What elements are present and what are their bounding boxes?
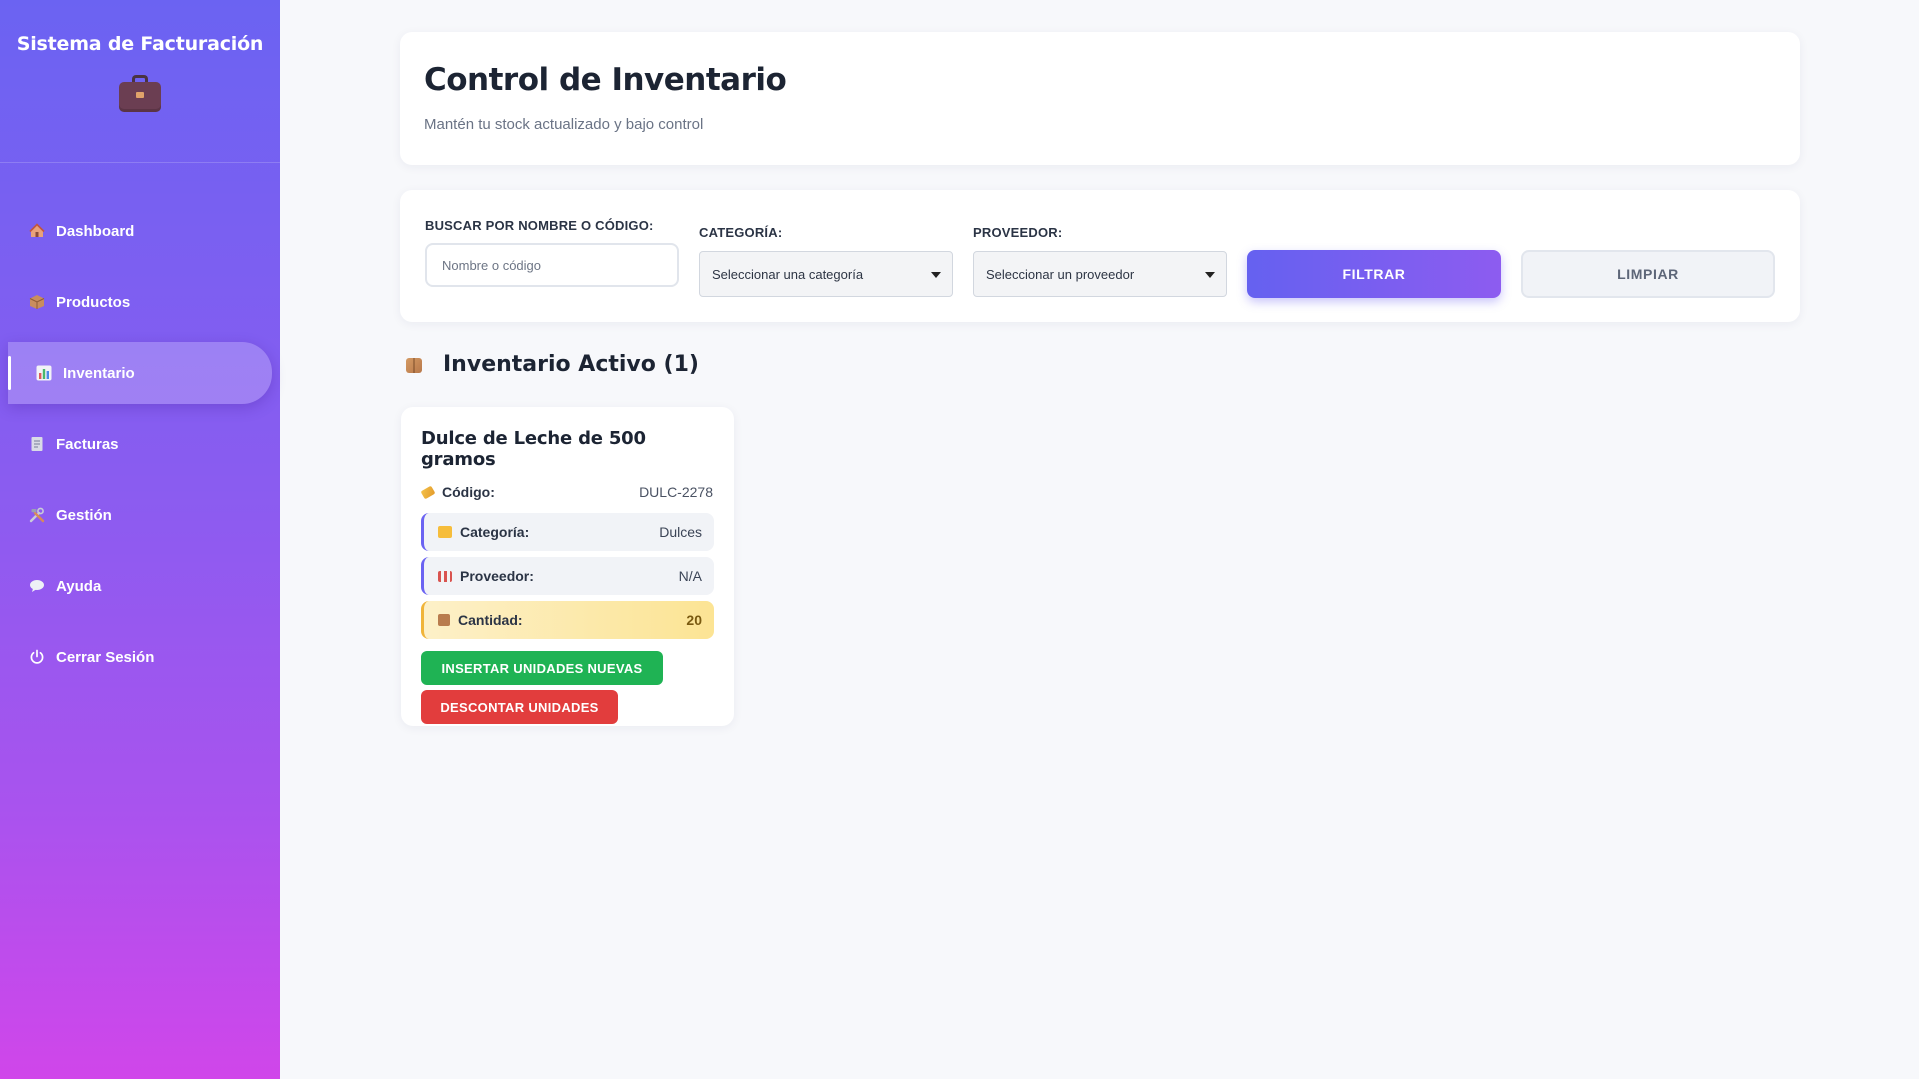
filter-button[interactable]: FILTRAR xyxy=(1247,250,1501,298)
category-select[interactable]: Seleccionar una categoría xyxy=(699,251,953,297)
sidebar-item-label: Inventario xyxy=(63,364,135,382)
sidebar-item-label: Facturas xyxy=(56,435,119,453)
caret-down-icon xyxy=(931,272,941,278)
provider-select[interactable]: Seleccionar un proveedor xyxy=(973,251,1227,297)
product-code-row: Código: DULC-2278 xyxy=(420,477,714,507)
sidebar-item-label: Cerrar Sesión xyxy=(56,648,155,666)
briefcase-icon xyxy=(119,75,161,113)
sidebar-nav: Dashboard Productos Inventario Facturas … xyxy=(0,200,280,688)
receipt-icon xyxy=(28,435,46,453)
sidebar-item-gestion[interactable]: Gestión xyxy=(8,484,272,546)
product-category-row: Categoría: Dulces xyxy=(421,513,714,551)
folder-icon xyxy=(438,526,452,538)
provider-select-value: Seleccionar un proveedor xyxy=(986,266,1135,282)
search-input[interactable] xyxy=(425,243,679,287)
brand: Sistema de Facturación xyxy=(0,0,280,163)
inventory-section-title: Inventario Activo (1) xyxy=(405,352,699,377)
product-provider-label: Proveedor: xyxy=(460,568,534,584)
tag-icon xyxy=(420,485,436,499)
filter-card: BUSCAR POR NOMBRE O CÓDIGO: CATEGORÍA: S… xyxy=(400,190,1800,322)
product-quantity-value: 20 xyxy=(686,612,702,628)
sidebar-item-label: Productos xyxy=(56,293,131,311)
brand-title: Sistema de Facturación xyxy=(16,33,264,55)
tools-icon xyxy=(28,506,46,524)
product-category-label: Categoría: xyxy=(460,524,530,540)
sidebar-item-dashboard[interactable]: Dashboard xyxy=(8,200,272,262)
product-quantity-row: Cantidad: 20 xyxy=(421,601,714,639)
store-icon xyxy=(438,570,452,582)
box-icon xyxy=(405,356,423,374)
speech-bubble-icon xyxy=(28,577,46,595)
product-provider-row: Proveedor: N/A xyxy=(421,557,714,595)
sidebar-item-inventario[interactable]: Inventario xyxy=(8,342,272,404)
page-title: Control de Inventario xyxy=(424,62,787,98)
product-card: Dulce de Leche de 500 gramos Código: DUL… xyxy=(401,407,734,726)
box-icon xyxy=(438,614,450,626)
caret-down-icon xyxy=(1205,272,1215,278)
product-quantity-label: Cantidad: xyxy=(458,612,523,628)
product-code-value: DULC-2278 xyxy=(639,484,713,500)
sidebar-item-cerrar-sesion[interactable]: Cerrar Sesión xyxy=(8,626,272,688)
sidebar-item-label: Dashboard xyxy=(56,222,135,240)
sidebar-item-label: Ayuda xyxy=(56,577,102,595)
bar-chart-icon xyxy=(35,364,53,382)
house-icon xyxy=(28,222,46,240)
power-icon xyxy=(28,648,46,666)
sidebar-item-label: Gestión xyxy=(56,506,112,524)
product-code-label: Código: xyxy=(442,484,495,500)
sidebar-item-productos[interactable]: Productos xyxy=(8,271,272,333)
sidebar-item-ayuda[interactable]: Ayuda xyxy=(8,555,272,617)
insert-units-button[interactable]: INSERTAR UNIDADES NUEVAS xyxy=(421,651,663,685)
provider-label: PROVEEDOR: xyxy=(973,225,1063,240)
sidebar: Sistema de Facturación Dashboard Product… xyxy=(0,0,280,1079)
inventory-section-label: Inventario Activo (1) xyxy=(443,352,699,377)
category-select-value: Seleccionar una categoría xyxy=(712,266,864,282)
product-provider-value: N/A xyxy=(678,568,702,584)
product-name: Dulce de Leche de 500 gramos xyxy=(421,428,646,470)
sidebar-item-facturas[interactable]: Facturas xyxy=(8,413,272,475)
header-card: Control de Inventario Mantén tu stock ac… xyxy=(400,32,1800,165)
product-category-value: Dulces xyxy=(659,524,702,540)
page-subtitle: Mantén tu stock actualizado y bajo contr… xyxy=(424,116,704,133)
search-label: BUSCAR POR NOMBRE O CÓDIGO: xyxy=(425,218,654,233)
discount-units-button[interactable]: DESCONTAR UNIDADES xyxy=(421,690,618,724)
box-icon xyxy=(28,293,46,311)
clear-button[interactable]: LIMPIAR xyxy=(1521,250,1775,298)
category-label: CATEGORÍA: xyxy=(699,225,783,240)
